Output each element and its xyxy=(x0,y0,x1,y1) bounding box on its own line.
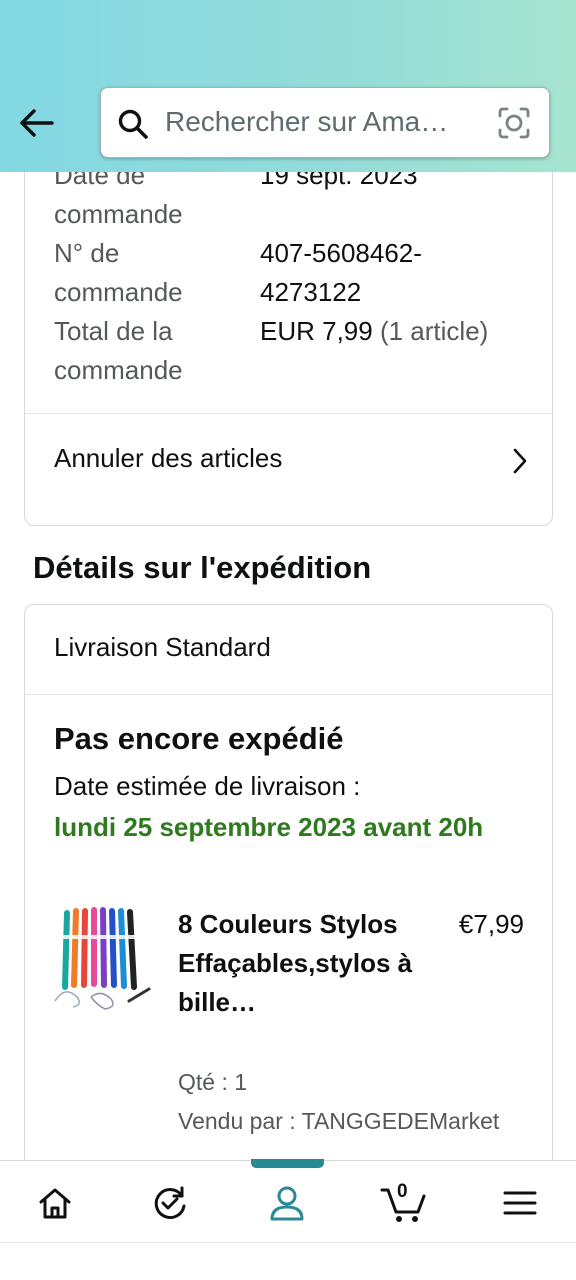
search-icon xyxy=(118,109,148,139)
product-image[interactable] xyxy=(51,905,153,1011)
order-number-value: 407-5608462-4273122 xyxy=(260,238,422,307)
app-header: Rechercher sur Ama… xyxy=(0,0,576,172)
nav-reorder[interactable] xyxy=(146,1179,194,1227)
cancel-items-label: Annuler des articles xyxy=(54,443,283,473)
shipment-card: Livraison Standard Pas encore expédié Da… xyxy=(24,604,553,1160)
cart-count-badge: 0 xyxy=(397,1181,408,1202)
order-summary-card: Date de commande 19 sept. 2023 N° de com… xyxy=(24,172,553,526)
bottom-nav: 0 xyxy=(0,1159,576,1242)
shipment-status: Pas encore expédié xyxy=(54,721,344,756)
product-price: €7,99 xyxy=(458,909,524,939)
refresh-check-icon xyxy=(154,1186,186,1220)
search-input[interactable]: Rechercher sur Ama… xyxy=(100,87,550,158)
order-details-content[interactable]: Date de commande 19 sept. 2023 N° de com… xyxy=(0,172,576,1160)
delivery-estimate-label: Date estimée de livraison : xyxy=(54,771,361,801)
arrow-left-icon xyxy=(20,109,54,137)
product-seller: Vendu par : TANGGEDEMarket xyxy=(178,1108,500,1134)
search-placeholder[interactable]: Rechercher sur Ama… xyxy=(165,106,495,138)
product-title[interactable]: 8 Couleurs Stylos Effaçables,stylos à bi… xyxy=(178,905,423,1022)
home-icon xyxy=(39,1188,71,1219)
active-tab-indicator xyxy=(251,1159,324,1168)
chevron-right-icon xyxy=(513,448,527,474)
shipping-method: Livraison Standard xyxy=(54,632,271,662)
system-nav-bar xyxy=(0,1242,576,1280)
order-total-amount: EUR 7,99 xyxy=(260,316,373,346)
divider xyxy=(25,694,552,695)
order-item-count: (1 article) xyxy=(379,316,489,346)
cancel-items-button[interactable]: Annuler des articles xyxy=(25,414,552,506)
back-button[interactable] xyxy=(14,104,58,142)
account-icon xyxy=(270,1186,304,1221)
order-date-label: Date de commande xyxy=(54,172,183,229)
delivery-estimate-date: lundi 25 septembre 2023 avant 20h xyxy=(54,812,484,842)
order-number-label: N° de commande xyxy=(54,238,183,307)
product-quantity: Qté : 1 xyxy=(178,1069,248,1095)
order-total-label: Total de la commande xyxy=(54,316,183,385)
menu-icon xyxy=(503,1191,537,1215)
nav-cart[interactable]: 0 xyxy=(378,1179,430,1227)
nav-home[interactable] xyxy=(31,1179,79,1227)
nav-account[interactable] xyxy=(263,1179,311,1227)
order-date-value: 19 sept. 2023 xyxy=(260,172,418,190)
order-total-value: EUR 7,99 (1 article) xyxy=(260,312,540,351)
camera-lens-icon[interactable] xyxy=(497,106,531,140)
nav-menu[interactable] xyxy=(496,1179,544,1227)
shipment-section-title: Détails sur l'expédition xyxy=(33,550,372,585)
